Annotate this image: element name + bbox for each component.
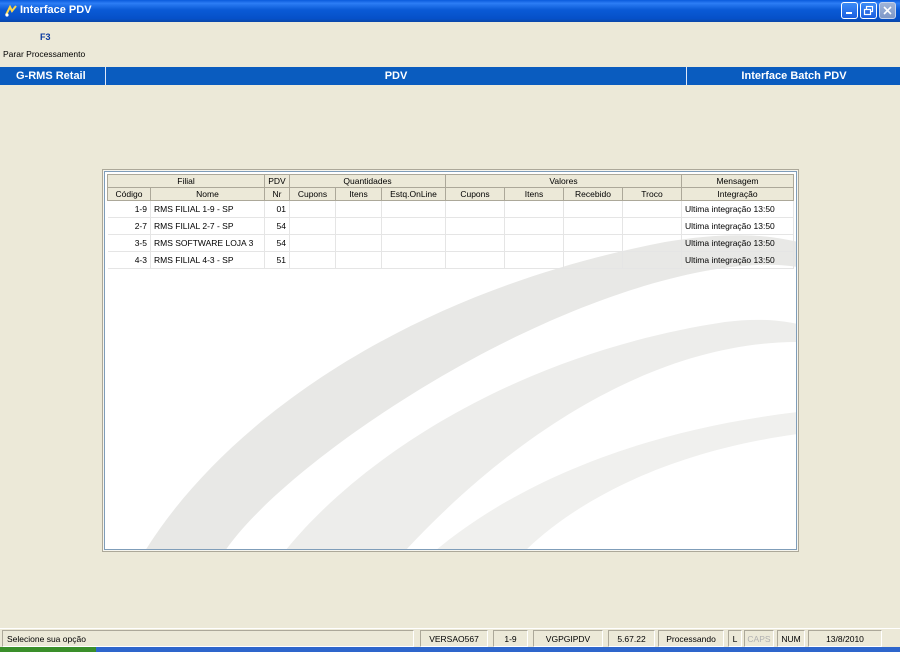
cell-troco	[622, 251, 682, 269]
status-build: 5.67.22	[608, 630, 655, 647]
cell-codigo: 4-3	[107, 251, 151, 269]
cell-nome: RMS FILIAL 2-7 - SP	[150, 217, 265, 235]
cell-estq-online	[381, 251, 446, 269]
status-bar: Selecione sua opção VERSAO567 1-9 VGPGIP…	[0, 628, 900, 647]
minimize-button[interactable]	[841, 2, 858, 19]
column-header-recebido[interactable]: Recebido	[563, 187, 623, 201]
integration-table: Filial PDV Quantidades Valores Mensagem …	[107, 174, 794, 269]
cell-val-itens	[504, 200, 564, 218]
table-row[interactable]: 1-9 RMS FILIAL 1-9 - SP 01 Ultima integr…	[107, 200, 794, 218]
column-header-val-itens[interactable]: Itens	[504, 187, 564, 201]
cell-recebido	[563, 234, 623, 252]
column-header-row: Código Nome Nr Cupons Itens Estq.OnLine …	[107, 187, 794, 201]
status-date: 13/8/2010	[808, 630, 882, 647]
cell-nome: RMS SOFTWARE LOJA 3	[150, 234, 265, 252]
group-header-filial: Filial	[107, 174, 265, 188]
table-row[interactable]: 4-3 RMS FILIAL 4-3 - SP 51 Ultima integr…	[107, 251, 794, 269]
restore-button[interactable]	[860, 2, 877, 19]
column-header-qtd-itens[interactable]: Itens	[335, 187, 382, 201]
shortcut-key: F3	[40, 32, 51, 42]
column-header-integracao[interactable]: Integração	[681, 187, 794, 201]
status-filial: 1-9	[493, 630, 528, 647]
cell-troco	[622, 234, 682, 252]
status-message: Selecione sua opção	[2, 630, 414, 647]
cell-qtd-itens	[335, 200, 382, 218]
taskbar-strip	[0, 647, 900, 652]
close-button[interactable]	[879, 2, 896, 19]
column-header-estq-online[interactable]: Estq.OnLine	[381, 187, 446, 201]
window-title: Interface PDV	[20, 4, 92, 16]
group-header-mensagem: Mensagem	[681, 174, 794, 188]
cell-qtd-cupons	[289, 217, 336, 235]
cell-nome: RMS FILIAL 4-3 - SP	[150, 251, 265, 269]
column-header-qtd-cupons[interactable]: Cupons	[289, 187, 336, 201]
cell-mensagem: Ultima integração 13:50	[681, 251, 794, 269]
cell-mensagem: Ultima integração 13:50	[681, 200, 794, 218]
cell-codigo: 3-5	[107, 234, 151, 252]
column-header-val-cupons[interactable]: Cupons	[445, 187, 505, 201]
status-program: VGPGIPDV	[533, 630, 603, 647]
cell-codigo: 2-7	[107, 217, 151, 235]
column-header-troco[interactable]: Troco	[622, 187, 682, 201]
cell-val-cupons	[445, 200, 505, 218]
cell-mensagem: Ultima integração 13:50	[681, 234, 794, 252]
status-version: VERSAO567	[420, 630, 488, 647]
cell-qtd-itens	[335, 217, 382, 235]
cell-val-itens	[504, 234, 564, 252]
cell-val-itens	[504, 251, 564, 269]
app-icon	[5, 4, 17, 17]
cell-val-cupons	[445, 251, 505, 269]
cell-nr: 54	[264, 234, 290, 252]
data-grid[interactable]: Filial PDV Quantidades Valores Mensagem …	[104, 171, 797, 550]
group-header-quantidades: Quantidades	[289, 174, 446, 188]
cell-nr: 54	[264, 217, 290, 235]
module-header-band: G-RMS Retail PDV Interface Batch PDV	[0, 67, 900, 85]
cell-nr: 01	[264, 200, 290, 218]
cell-qtd-itens	[335, 234, 382, 252]
table-row[interactable]: 2-7 RMS FILIAL 2-7 - SP 54 Ultima integr…	[107, 217, 794, 235]
title-bar[interactable]: Interface PDV	[0, 0, 900, 22]
group-header-row: Filial PDV Quantidades Valores Mensagem	[107, 174, 794, 188]
cell-nome: RMS FILIAL 1-9 - SP	[150, 200, 265, 218]
product-name: G-RMS Retail	[16, 70, 86, 82]
column-header-nr[interactable]: Nr	[264, 187, 290, 201]
shortcut-label: Parar Processamento	[3, 49, 86, 59]
cell-val-cupons	[445, 234, 505, 252]
status-caps: CAPS	[744, 630, 774, 647]
cell-qtd-cupons	[289, 251, 336, 269]
restore-icon	[863, 5, 874, 16]
column-header-nome[interactable]: Nome	[150, 187, 265, 201]
screen-name: Interface Batch PDV	[741, 70, 847, 82]
cell-qtd-itens	[335, 251, 382, 269]
cell-troco	[622, 217, 682, 235]
group-header-valores: Valores	[445, 174, 682, 188]
cell-nr: 51	[264, 251, 290, 269]
cell-estq-online	[381, 217, 446, 235]
cell-recebido	[563, 217, 623, 235]
cell-val-itens	[504, 217, 564, 235]
column-header-codigo[interactable]: Código	[107, 187, 151, 201]
table-row[interactable]: 3-5 RMS SOFTWARE LOJA 3 54 Ultima integr…	[107, 234, 794, 252]
module-name: PDV	[384, 70, 408, 82]
cell-estq-online	[381, 234, 446, 252]
status-num: NUM	[777, 630, 805, 647]
cell-qtd-cupons	[289, 200, 336, 218]
cell-troco	[622, 200, 682, 218]
cell-codigo: 1-9	[107, 200, 151, 218]
close-icon	[883, 6, 892, 15]
cell-recebido	[563, 200, 623, 218]
cell-val-cupons	[445, 217, 505, 235]
cell-qtd-cupons	[289, 234, 336, 252]
band-divider	[686, 67, 687, 85]
status-mode: L	[728, 630, 742, 647]
cell-mensagem: Ultima integração 13:50	[681, 217, 794, 235]
minimize-icon	[846, 12, 852, 14]
status-state: Processando	[658, 630, 724, 647]
cell-recebido	[563, 251, 623, 269]
cell-estq-online	[381, 200, 446, 218]
group-header-pdv: PDV	[264, 174, 290, 188]
